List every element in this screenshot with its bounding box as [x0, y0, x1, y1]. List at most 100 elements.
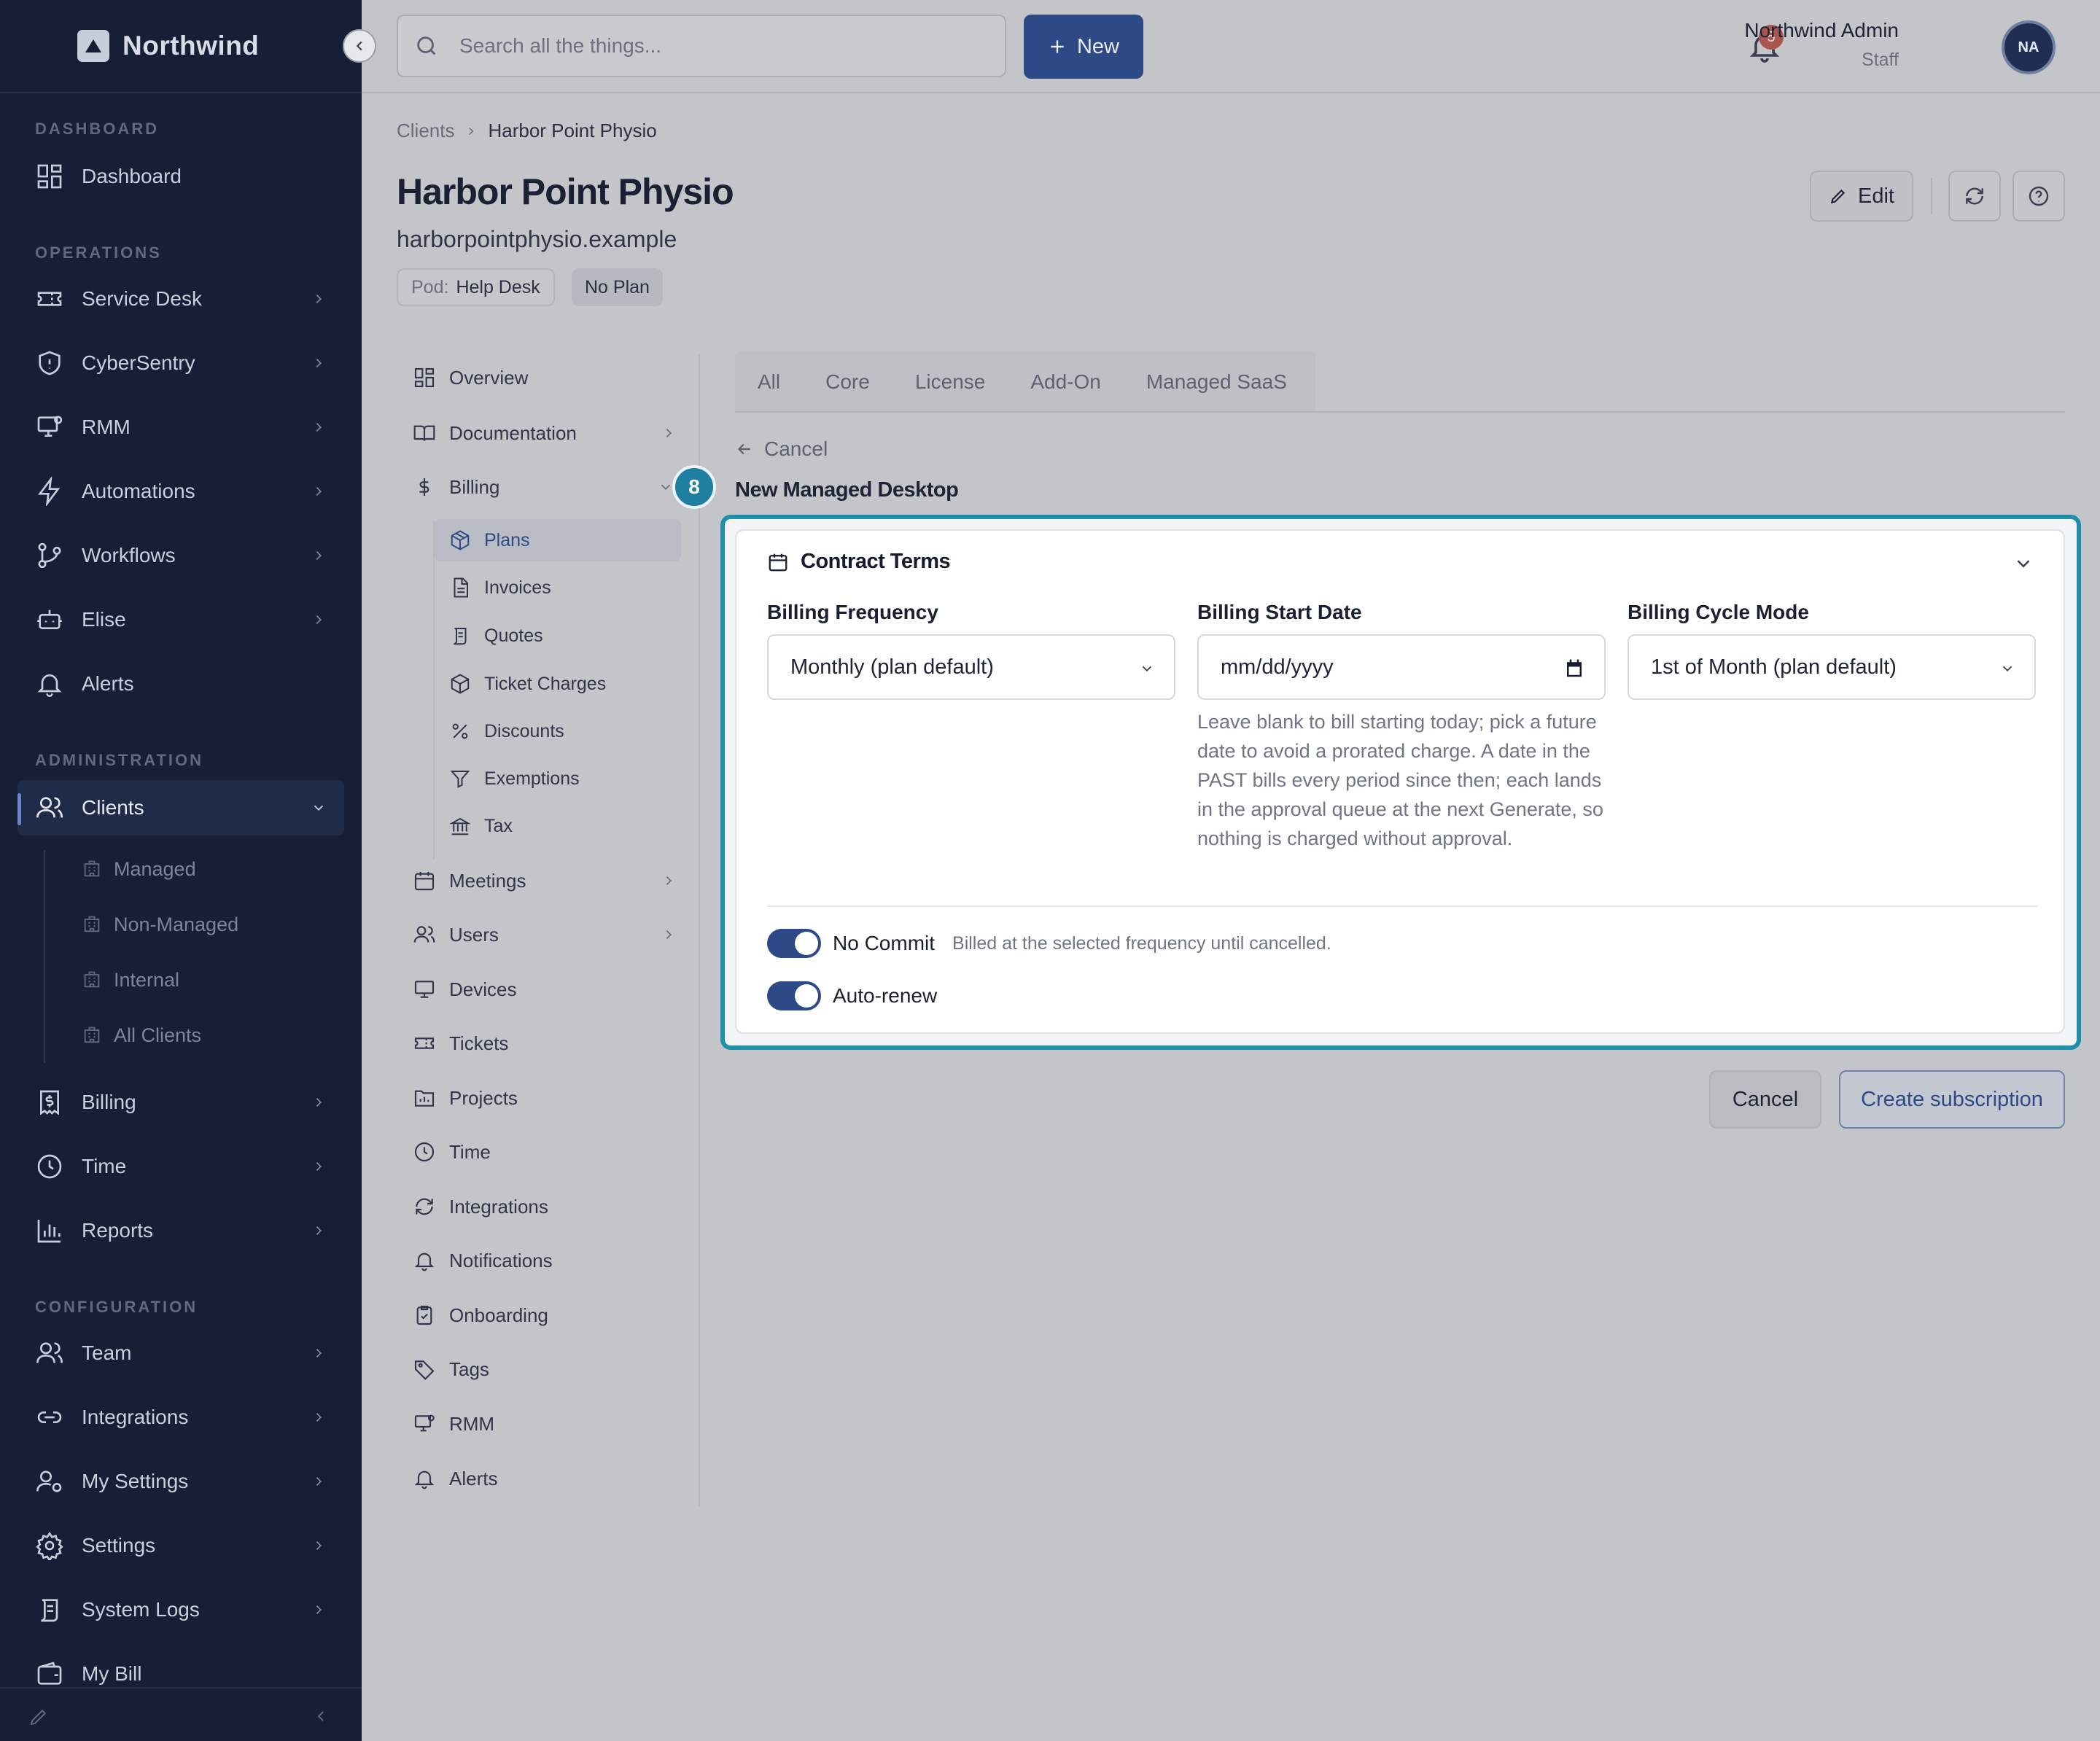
sidebar-item-clients[interactable]: Clients	[18, 780, 344, 836]
client-nav-devices[interactable]: Devices	[413, 967, 516, 1011]
client-nav-plans[interactable]: Plans	[435, 519, 681, 561]
page-title: Harbor Point Physio	[397, 171, 734, 212]
chevron-down-icon	[661, 484, 671, 491]
new-button[interactable]: New	[1024, 15, 1143, 79]
sidebar-item-billing[interactable]: Billing	[18, 1075, 344, 1130]
pencil-icon[interactable]	[28, 1706, 50, 1728]
client-nav-alerts[interactable]: Alerts	[413, 1457, 497, 1500]
client-nav-tax[interactable]: Tax	[435, 805, 681, 847]
sidebar-subitem-non-managed[interactable]: Non-Managed	[82, 904, 238, 945]
breadcrumb-parent-link[interactable]: Clients	[397, 120, 454, 142]
sidebar-item-label: My Bill	[82, 1662, 142, 1685]
client-nav-rmm[interactable]: RMM	[413, 1402, 494, 1446]
brand[interactable]: Northwind	[77, 26, 259, 66]
tab-managed-saas[interactable]: Managed SaaS	[1124, 370, 1310, 394]
card-header[interactable]: Contract Terms	[767, 550, 951, 574]
sidebar-item-rmm[interactable]: RMM	[18, 400, 344, 455]
edit-button[interactable]: Edit	[1810, 171, 1913, 222]
tab-core[interactable]: Core	[803, 370, 892, 394]
search-input[interactable]	[459, 34, 970, 58]
sidebar-item-elise[interactable]: Elise	[18, 592, 344, 647]
client-nav-tags[interactable]: Tags	[413, 1347, 489, 1391]
sidebar-collapse-button[interactable]	[343, 29, 376, 63]
client-nav-invoices[interactable]: Invoices	[435, 566, 681, 609]
client-nav-discounts[interactable]: Discounts	[435, 710, 681, 752]
sidebar-item-dashboard[interactable]: Dashboard	[18, 149, 344, 204]
section-label-configuration: CONFIGURATION	[35, 1298, 198, 1316]
client-nav-exemptions[interactable]: Exemptions	[435, 757, 681, 800]
billing-start-date-placeholder: mm/dd/yyyy	[1221, 655, 1334, 679]
pod-badge: Pod: Help Desk	[397, 268, 555, 306]
sidebar-subitem-managed[interactable]: Managed	[82, 849, 196, 889]
no-commit-toggle[interactable]	[767, 929, 821, 958]
sidebar-item-service-desk[interactable]: Service Desk	[18, 271, 344, 327]
pod-badge-value: Help Desk	[456, 276, 540, 297]
sidebar-item-time[interactable]: Time	[18, 1139, 344, 1194]
monitor-gear-icon	[414, 1414, 435, 1432]
tab-license[interactable]: License	[892, 370, 1008, 394]
global-search[interactable]	[397, 15, 1006, 77]
refresh-button[interactable]	[1948, 171, 2001, 222]
billing-cycle-mode-select[interactable]: 1st of Month (plan default)	[1628, 634, 2036, 700]
billing-frequency-select[interactable]: Monthly (plan default)	[767, 634, 1175, 700]
help-button[interactable]	[2012, 171, 2065, 222]
chevron-right-icon	[666, 876, 672, 886]
client-nav-tickets[interactable]: Tickets	[413, 1021, 508, 1065]
sidebar-item-label: Reports	[82, 1219, 154, 1242]
client-nav-users[interactable]: Users	[413, 913, 672, 957]
brand-logo-icon	[77, 30, 109, 62]
auto-renew-toggle[interactable]	[767, 981, 821, 1010]
client-nav-integrations[interactable]: Integrations	[413, 1185, 548, 1228]
tab-all[interactable]: All	[735, 370, 803, 394]
client-nav-billing[interactable]: Billing	[413, 465, 671, 509]
client-nav-time[interactable]: Time	[413, 1130, 491, 1174]
client-nav-label: Tickets	[449, 1032, 509, 1054]
client-nav-documentation[interactable]: Documentation	[413, 411, 672, 455]
client-nav-quotes[interactable]: Quotes	[435, 615, 681, 657]
create-subscription-button[interactable]: Create subscription	[1839, 1070, 2065, 1129]
client-nav-projects[interactable]: Projects	[413, 1076, 518, 1120]
sidebar: Northwind DASHBOARD Dashboard OPERATIONS…	[0, 0, 362, 1741]
cancel-button[interactable]: Cancel	[1709, 1070, 1821, 1129]
client-nav-ticket-charges[interactable]: Ticket Charges	[435, 663, 681, 705]
chevron-right-icon	[316, 1605, 322, 1615]
sidebar-subitem-label: Non-Managed	[114, 913, 239, 935]
bell-icon	[414, 1253, 435, 1271]
dollar-icon	[419, 478, 429, 496]
sidebar-item-label: RMM	[82, 416, 131, 438]
calendar-picker-icon[interactable]	[1563, 658, 1585, 679]
sidebar-item-cybersentry[interactable]: CyberSentry	[18, 335, 344, 391]
tab-add-on[interactable]: Add-On	[1008, 370, 1124, 394]
team-icon	[36, 1342, 63, 1363]
billing-start-date-help: Leave blank to bill starting today; pick…	[1197, 711, 1603, 849]
client-nav-onboarding[interactable]: Onboarding	[413, 1293, 548, 1337]
sidebar-item-settings[interactable]: Settings	[18, 1518, 344, 1573]
sidebar-subitem-internal[interactable]: Internal	[82, 959, 179, 1000]
sidebar-item-system-logs[interactable]: System Logs	[18, 1582, 344, 1637]
client-nav-notifications[interactable]: Notifications	[413, 1239, 553, 1282]
sidebar-item-reports[interactable]: Reports	[18, 1203, 344, 1258]
sidebar-subitem-label: All Clients	[114, 1024, 202, 1046]
chevron-right-icon	[316, 615, 322, 625]
sidebar-subitem-label: Internal	[114, 968, 180, 991]
sidebar-item-team[interactable]: Team	[18, 1325, 344, 1381]
submenu-guide-line	[44, 850, 45, 1063]
collapse-chevron-icon[interactable]	[2012, 553, 2034, 575]
clock-icon	[37, 1154, 62, 1179]
sidebar-item-workflows[interactable]: Workflows	[18, 528, 344, 583]
sidebar-item-my-settings[interactable]: My Settings	[18, 1454, 344, 1509]
sidebar-item-integrations[interactable]: Integrations	[18, 1390, 344, 1445]
client-nav-label: Quotes	[484, 625, 543, 646]
sidebar-item-alerts[interactable]: Alerts	[18, 656, 344, 712]
back-cancel-link[interactable]: Cancel	[735, 437, 828, 461]
client-nav-overview[interactable]: Overview	[413, 356, 528, 400]
scroll-icon	[41, 1599, 58, 1622]
chevron-right-icon	[316, 550, 322, 561]
collapse-left-icon[interactable]	[312, 1707, 330, 1725]
client-nav-meetings[interactable]: Meetings	[413, 859, 672, 903]
avatar[interactable]: NA	[2002, 20, 2056, 74]
percent-icon	[452, 723, 468, 739]
sidebar-item-automations[interactable]: Automations	[18, 464, 344, 519]
billing-start-date-input[interactable]: mm/dd/yyyy	[1197, 634, 1606, 700]
sidebar-subitem-all-clients[interactable]: All Clients	[82, 1015, 201, 1056]
